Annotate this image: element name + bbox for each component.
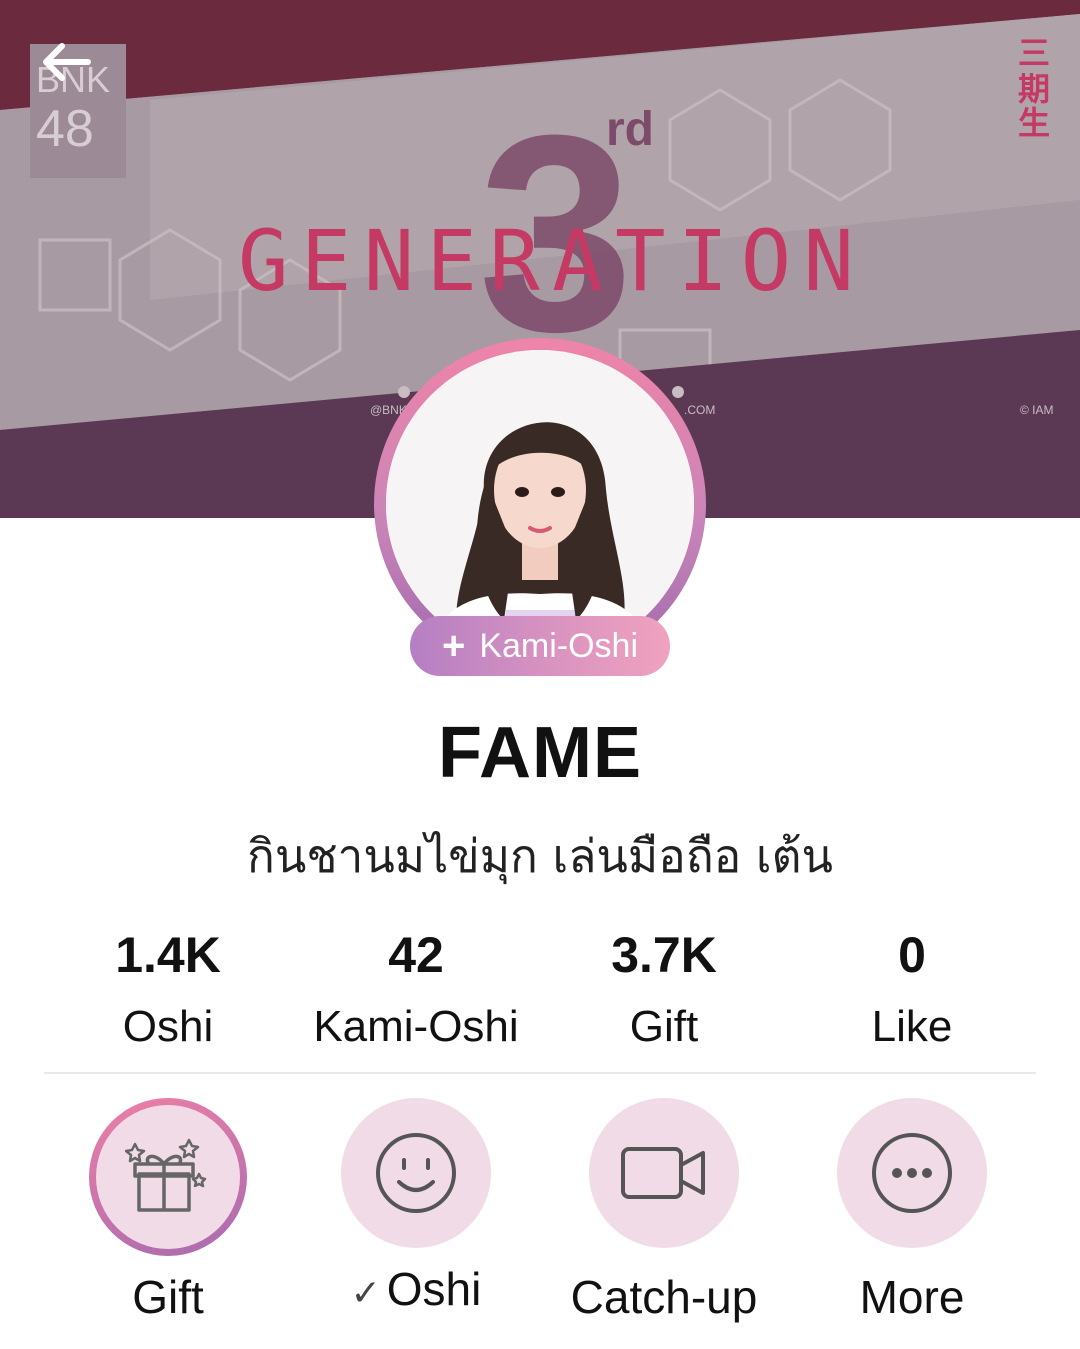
- stat-value: 1.4K: [115, 927, 221, 983]
- stats-row: 1.4K Oshi 42 Kami-Oshi 3.7K Gift 0 Like: [44, 920, 1036, 1070]
- banner-footer-right: © IAM: [1020, 403, 1054, 417]
- avatar-portrait: [386, 350, 694, 658]
- back-arrow-icon: [43, 43, 91, 81]
- stat-value: 0: [898, 927, 926, 983]
- back-button[interactable]: [28, 28, 108, 98]
- stat-value: 42: [388, 927, 444, 983]
- banner-logo-48: 48: [36, 100, 94, 158]
- svg-text:期: 期: [1018, 70, 1050, 108]
- profile-name: FAME: [437, 713, 642, 793]
- catch-up-action-circle[interactable]: [589, 1098, 739, 1248]
- gift-icon: [125, 1138, 207, 1212]
- stat-kami-oshi: 42 Kami-Oshi: [292, 920, 540, 1070]
- more-dots-icon: [872, 1133, 952, 1213]
- more-action-label: More: [859, 1271, 965, 1323]
- plus-icon: +: [441, 624, 466, 668]
- stat-label: Like: [871, 1002, 953, 1051]
- gift-action-circle[interactable]: [89, 1098, 247, 1256]
- video-camera-icon: [621, 1147, 705, 1199]
- banner-footer-mid: .COM: [684, 403, 715, 417]
- smiley-icon: [376, 1133, 456, 1213]
- oshi-action-label: Oshi: [386, 1263, 482, 1315]
- banner-rd: rd: [606, 103, 654, 156]
- stat-value: 3.7K: [611, 927, 717, 983]
- gift-action-button[interactable]: Gift: [44, 1098, 292, 1338]
- add-kami-oshi-button[interactable]: + Kami-Oshi: [410, 616, 670, 676]
- oshi-action-button[interactable]: ✓ Oshi: [292, 1098, 540, 1338]
- stat-like: 0 Like: [788, 920, 1036, 1070]
- gift-action-label: Gift: [132, 1271, 204, 1323]
- stat-gift: 3.7K Gift: [540, 920, 788, 1070]
- more-action-button[interactable]: More: [788, 1098, 1036, 1338]
- stat-label: Gift: [629, 1002, 699, 1051]
- profile-bio: กินชานมไข่มุก เล่นมือถือ เต้น: [247, 829, 833, 883]
- more-action-circle[interactable]: [837, 1098, 987, 1248]
- checkmark-icon: ✓: [350, 1272, 381, 1313]
- stat-label: Oshi: [122, 1002, 214, 1051]
- kami-oshi-button-label: Kami-Oshi: [479, 626, 639, 665]
- oshi-action-circle[interactable]: [341, 1098, 491, 1248]
- oshi-action-label-row: ✓ Oshi: [292, 1262, 540, 1316]
- action-row: Gift ✓ Oshi Catch-up More: [44, 1098, 1036, 1338]
- banner-kanji: 三: [1018, 34, 1050, 72]
- avatar[interactable]: [386, 350, 694, 658]
- catch-up-action-button[interactable]: Catch-up: [540, 1098, 788, 1338]
- stats-divider: [44, 1072, 1036, 1074]
- catch-up-action-label: Catch-up: [570, 1271, 758, 1323]
- stat-label: Kami-Oshi: [313, 1002, 519, 1051]
- stat-oshi: 1.4K Oshi: [44, 920, 292, 1070]
- svg-text:生: 生: [1018, 104, 1050, 142]
